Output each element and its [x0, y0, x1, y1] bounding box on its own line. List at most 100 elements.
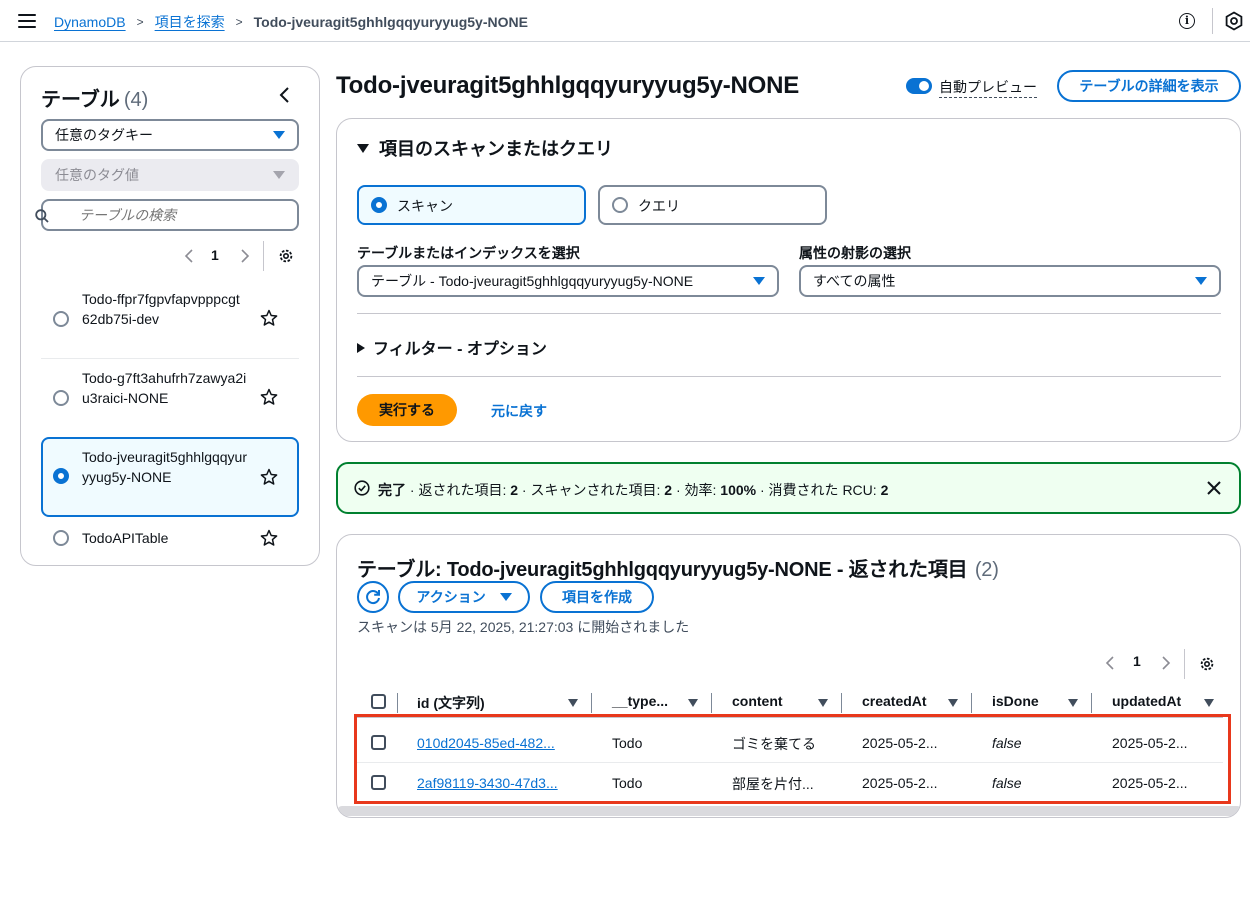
flash-efficiency-label: · 効率:	[672, 482, 721, 498]
table-index-select[interactable]: テーブル - Todo-jveuragit5ghhlgqqyuryyug5y-N…	[357, 265, 779, 297]
scan-radio[interactable]	[371, 197, 387, 213]
projection-select[interactable]: すべての属性	[799, 265, 1221, 297]
query-radio-tile[interactable]: クエリ	[598, 185, 827, 225]
scan-started-text: スキャンは 5月 22, 2025, 21:27:03 に開始されました	[357, 619, 690, 635]
refresh-button[interactable]	[357, 581, 389, 613]
projection-select-label: 属性の射影の選択	[799, 245, 911, 261]
chevron-right-icon[interactable]	[240, 248, 250, 264]
flash-rcu-label: · 消費された RCU:	[756, 482, 881, 498]
column-divider	[1091, 693, 1092, 713]
view-table-details-button[interactable]: テーブルの詳細を表示	[1057, 70, 1241, 102]
table-name: Todo-g7ft3ahufrh7zawya2iu3raici-NONE	[82, 370, 247, 406]
auto-preview-toggle[interactable]	[906, 78, 932, 94]
sort-caret-icon[interactable]	[1204, 699, 1214, 707]
settings-gear-icon[interactable]	[1224, 11, 1244, 31]
divider	[357, 376, 1221, 377]
page-number[interactable]: 1	[1133, 653, 1141, 669]
row-checkbox[interactable]	[371, 735, 386, 750]
auto-preview-label[interactable]: 自動プレビュー	[939, 77, 1037, 98]
table-list-item[interactable]: TodoAPITable	[41, 527, 299, 551]
table-radio[interactable]	[53, 530, 69, 546]
table-list-item-selected[interactable]: Todo-jveuragit5ghhlgqqyuryyug5y-NONE	[41, 437, 299, 517]
sort-caret-icon[interactable]	[818, 699, 828, 707]
table-index-select-value: テーブル - Todo-jveuragit5ghhlgqqyuryyug5y-N…	[371, 273, 694, 289]
star-icon[interactable]	[260, 529, 278, 547]
reset-link[interactable]: 元に戻す	[491, 401, 547, 421]
info-icon[interactable]: i	[1179, 13, 1195, 29]
run-button[interactable]: 実行する	[357, 394, 457, 426]
sort-caret-icon[interactable]	[948, 699, 958, 707]
results-pagination: 1	[1097, 649, 1237, 679]
row-checkbox[interactable]	[371, 775, 386, 790]
tag-key-select[interactable]: 任意のタグキー	[41, 119, 299, 151]
tag-key-select-value: 任意のタグキー	[55, 127, 153, 143]
star-icon[interactable]	[260, 468, 278, 486]
projection-select-value: すべての属性	[813, 273, 896, 289]
sidebar-table-count: (4)	[123, 89, 149, 111]
sort-caret-icon[interactable]	[568, 699, 578, 707]
divider	[1184, 649, 1185, 679]
horizontal-scrollbar[interactable]	[337, 806, 1240, 816]
star-icon[interactable]	[260, 309, 278, 327]
breadcrumb: DynamoDB > 項目を探索 > Todo-jveuragit5ghhlgq…	[54, 12, 528, 32]
breadcrumb-explore-items[interactable]: 項目を探索	[155, 12, 225, 32]
flash-returned-label: · 返された項目:	[409, 482, 511, 498]
scan-query-section-header[interactable]: 項目のスキャンまたはクエリ	[357, 135, 613, 161]
select-all-checkbox[interactable]	[371, 694, 386, 709]
cell-isdone: false	[992, 775, 1022, 791]
table-name: Todo-ffpr7fgpvfapvpppcgt62db75i-dev	[82, 291, 240, 327]
column-header-isdone[interactable]: isDone	[992, 693, 1039, 715]
table-radio[interactable]	[53, 311, 69, 327]
item-id-link[interactable]: 2af98119-3430-47d3...	[417, 775, 577, 791]
sort-caret-icon[interactable]	[688, 699, 698, 707]
breadcrumb-dynamodb[interactable]: DynamoDB	[54, 14, 126, 30]
page-number[interactable]: 1	[211, 247, 219, 263]
table-radio-selected[interactable]	[53, 468, 69, 484]
scan-radio-tile[interactable]: スキャン	[357, 185, 586, 225]
table-radio[interactable]	[53, 390, 69, 406]
column-header-content[interactable]: content	[732, 693, 783, 715]
chevron-right-icon[interactable]	[1161, 655, 1171, 671]
page-title: Todo-jveuragit5ghhlgqqyuryyug5y-NONE	[336, 72, 800, 99]
top-navigation-bar: DynamoDB > 項目を探索 > Todo-jveuragit5ghhlgq…	[0, 0, 1250, 42]
caret-down-icon	[273, 131, 285, 139]
flash-status: 完了	[378, 482, 406, 498]
divider	[1212, 8, 1213, 34]
cell-content: ゴミを棄てる	[732, 736, 816, 752]
cell-type: Todo	[612, 735, 643, 751]
caret-down-icon	[357, 144, 369, 153]
close-icon[interactable]	[1205, 479, 1223, 497]
chevron-right-icon: >	[235, 15, 243, 29]
create-item-button[interactable]: 項目を作成	[540, 581, 654, 613]
table-search-input[interactable]	[41, 199, 299, 231]
success-flash-message: 完了 · 返された項目: 2 · スキャンされた項目: 2 · 効率: 100%…	[336, 462, 1241, 514]
sort-caret-icon[interactable]	[1068, 699, 1078, 707]
chevron-left-icon[interactable]	[184, 248, 194, 264]
settings-gear-icon[interactable]	[1198, 655, 1216, 673]
scan-label: スキャン	[397, 198, 453, 214]
table-list-item[interactable]: Todo-g7ft3ahufrh7zawya2iu3raici-NONE	[41, 368, 299, 428]
item-id-link[interactable]: 010d2045-85ed-482...	[417, 735, 577, 751]
actions-dropdown-button[interactable]: アクション	[398, 581, 530, 613]
table-index-select-label: テーブルまたはインデックスを選択	[357, 245, 580, 261]
settings-gear-icon[interactable]	[277, 247, 295, 265]
table-list-item[interactable]: Todo-ffpr7fgpvfapvpppcgt62db75i-dev	[41, 289, 299, 349]
hamburger-menu-icon[interactable]	[18, 14, 36, 28]
column-header-type[interactable]: __type...	[612, 693, 668, 715]
sidebar-title: テーブル (4)	[41, 83, 148, 112]
caret-down-icon	[273, 171, 285, 179]
column-divider	[971, 693, 972, 713]
star-icon[interactable]	[260, 388, 278, 406]
query-radio[interactable]	[612, 197, 628, 213]
results-title: テーブル: Todo-jveuragit5ghhlgqqyuryyug5y-NO…	[357, 553, 999, 582]
column-header-updatedat[interactable]: updatedAt	[1112, 693, 1181, 715]
column-header-id[interactable]: id (文字列)	[417, 693, 485, 715]
column-header-createdat[interactable]: createdAt	[862, 693, 927, 715]
chevron-left-icon[interactable]	[1105, 655, 1115, 671]
caret-down-icon	[753, 277, 765, 285]
flash-text: 完了 · 返された項目: 2 · スキャンされた項目: 2 · 効率: 100%…	[378, 480, 888, 500]
divider	[263, 241, 264, 271]
filter-section-header[interactable]: フィルター - オプション	[357, 335, 547, 359]
collapse-chevron-left-icon[interactable]	[277, 85, 293, 105]
scan-query-panel: 項目のスキャンまたはクエリ スキャン クエリ テーブルまたはインデックスを選択 …	[336, 118, 1241, 442]
